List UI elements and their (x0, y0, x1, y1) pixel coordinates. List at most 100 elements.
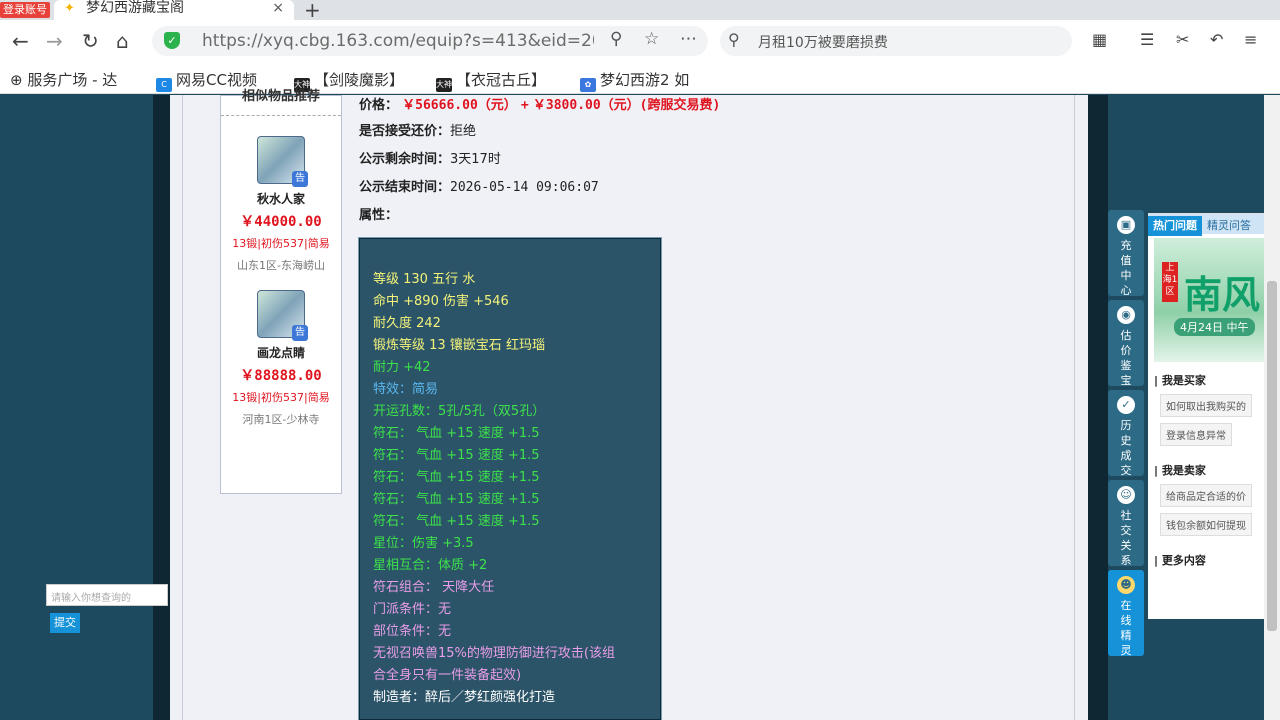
recharge-icon: ▣ (1117, 216, 1135, 234)
banner-date: 4月24日 中午 (1174, 318, 1255, 336)
help-search-input[interactable]: 请输入你想查询的 (46, 584, 168, 606)
tab-bar: 登录账号 ✦ 梦幻西游藏宝阁 × + (0, 0, 1280, 22)
appraise-button[interactable]: ◉ 估价鉴宝 (1108, 300, 1144, 387)
tab-title: 梦幻西游藏宝阁 (86, 0, 184, 16)
help-tabs: 热门问题 精灵问答 (1148, 214, 1280, 236)
item-desc: 13锻|初伤537|简易 (232, 237, 330, 250)
home-icon[interactable]: ⌂ (116, 29, 129, 53)
tab-hot-questions[interactable]: 热门问题 (1148, 216, 1202, 236)
price-plus: + (520, 98, 529, 113)
similar-item[interactable]: 告 画龙点睛 ￥88888.00 13锻|初伤537|简易 河南1区-少林寺 (221, 290, 341, 427)
recharge-button[interactable]: ▣ 充值中心 (1108, 210, 1144, 297)
promo-banner[interactable]: 上海1区 南风 4月24日 中午 (1154, 238, 1280, 362)
buyer-section-title: | 我是买家 (1154, 374, 1206, 387)
forward-icon[interactable]: → (46, 29, 63, 53)
item-name[interactable]: 画龙点睛 (221, 344, 341, 361)
attr-line: 开运孔数：5孔/5孔（双5孔） (373, 404, 546, 419)
scissors-icon[interactable]: ✂ (1176, 30, 1189, 49)
menu-icon[interactable]: ≡ (1244, 30, 1257, 49)
similar-items-title: 相似物品推荐 (221, 90, 341, 116)
notice-tag: 告 (292, 325, 308, 341)
remaining-time-row: 公示剩余时间：3天17时 (359, 148, 501, 167)
attr-line: 符石： 气血 +15 速度 +1.5 (373, 514, 540, 529)
banner-title: 南风 (1184, 273, 1261, 317)
attr-line: 符石： 气血 +15 速度 +1.5 (373, 448, 540, 463)
item-price: ￥88888.00 (240, 368, 322, 384)
end-time-row: 公示结束时间：2026-05-14 09:06:07 (359, 176, 599, 195)
back-icon[interactable]: ← (12, 29, 29, 53)
zoom-icon[interactable]: ⚲ (610, 29, 622, 49)
globe-icon: ⊕ (10, 71, 28, 89)
attr-line: 符石： 气血 +15 速度 +1.5 (373, 426, 540, 441)
url-text[interactable]: https://xyq.cbg.163.com/equip?s=413&eid=… (202, 31, 594, 51)
side-nav: ▣ 充值中心 ◉ 估价鉴宝 ✓ 历史成交 ☺ 社交关系 ☻ 在线精灵 (1108, 210, 1144, 660)
refresh-icon[interactable]: ↻ (82, 29, 99, 53)
undo-icon[interactable]: ↶ (1210, 30, 1223, 49)
price-label: 价格： (359, 98, 399, 113)
similar-item[interactable]: 告 秋水人家 ￥44000.00 13锻|初伤537|简易 山东1区-东海崂山 (221, 136, 341, 273)
attr-line: 命中 +890 伤害 +546 (373, 294, 509, 309)
history-icon: ✓ (1117, 396, 1135, 414)
bookmark-item[interactable]: ✿ 梦幻西游2 如 (580, 69, 689, 92)
shield-icon: ✓ (164, 32, 180, 49)
scrollbar[interactable] (1264, 95, 1280, 720)
login-badge[interactable]: 登录账号 (0, 2, 50, 18)
address-bar[interactable]: ✓ https://xyq.cbg.163.com/equip?s=413&ei… (152, 26, 708, 56)
remaining-label: 公示剩余时间： (359, 152, 451, 167)
scrollbar-thumb[interactable] (1267, 281, 1277, 631)
item-name[interactable]: 秋水人家 (221, 190, 341, 207)
item-image[interactable]: 告 (257, 290, 308, 341)
seller-question[interactable]: 钱包余额如何提现 (1160, 513, 1252, 536)
attr-line: 门派条件：无 (373, 602, 452, 617)
attr-line: 耐力 +42 (373, 360, 431, 375)
attr-line: 耐久度 242 (373, 316, 441, 331)
page-left-border (153, 95, 170, 720)
remaining-value: 3天17时 (450, 152, 501, 167)
dashen-icon: 大神 (436, 78, 452, 92)
attr-line: 无视召唤兽15%的物理防御进行攻击(该组 (373, 646, 615, 661)
tab-spirit-qa[interactable]: 精灵问答 (1202, 216, 1256, 236)
attribute-box: 等级 130 五行 水 命中 +890 伤害 +546 耐久度 242 锻炼等级… (358, 237, 662, 720)
end-value: 2026-05-14 09:06:07 (450, 180, 599, 195)
social-button[interactable]: ☺ 社交关系 (1108, 480, 1144, 567)
browser-tab[interactable]: ✦ 梦幻西游藏宝阁 × (54, 0, 294, 20)
help-submit-button[interactable]: 提交 (50, 613, 80, 633)
seller-question[interactable]: 给商品定合适的价 (1160, 484, 1252, 507)
fee-value: ￥3800.00（元）(跨服交易费) (532, 98, 721, 113)
attr-label: 属性： (359, 208, 399, 223)
counter-offer-row: 是否接受还价：拒绝 (359, 120, 476, 139)
more-icon[interactable]: ⋯ (680, 29, 697, 49)
price-value: ￥56666.00（元） (402, 98, 517, 113)
history-button[interactable]: ✓ 历史成交 (1108, 390, 1144, 477)
attr-line: 制造者：醉后／梦红颜强化打造 (373, 690, 556, 705)
search-text[interactable]: 月租10万被要磨损费 (758, 32, 888, 52)
attr-line: 部位条件：无 (373, 624, 452, 639)
spirit-avatar-icon: ☻ (1117, 576, 1135, 594)
star-icon[interactable]: ☆ (644, 29, 659, 49)
paw-icon: ✿ (580, 78, 596, 92)
close-tab-icon[interactable]: × (272, 0, 284, 16)
appraise-icon: ◉ (1117, 306, 1135, 324)
bookmark-item[interactable]: 大神 【衣冠古丘】 (436, 69, 546, 92)
buyer-question[interactable]: 如何取出我购买的 (1160, 394, 1252, 417)
buyer-question[interactable]: 登录信息异常 (1160, 423, 1232, 446)
attr-row: 属性： (359, 204, 398, 223)
price-row: 价格： ￥56666.00（元） + ￥3800.00（元）(跨服交易费) (359, 94, 720, 113)
social-icon: ☺ (1117, 486, 1135, 504)
attr-line: 星位：伤害 +3.5 (373, 536, 474, 551)
item-desc: 13锻|初伤537|简易 (232, 391, 330, 404)
more-section-title: | 更多内容 (1154, 554, 1206, 567)
new-tab-button[interactable]: + (304, 0, 321, 22)
online-spirit-button[interactable]: ☻ 在线精灵 (1108, 570, 1144, 657)
right-sidebar: ▣ 充值中心 ◉ 估价鉴宝 ✓ 历史成交 ☺ 社交关系 ☻ 在线精灵 热门问题 精灵问答 上… (1108, 95, 1280, 720)
attr-line: 符石组合： 天降大任 (373, 580, 495, 595)
bookmark-item[interactable]: ⊕ 服务广场 - 达 (10, 69, 117, 90)
similar-items-panel: 相似物品推荐 告 秋水人家 ￥44000.00 13锻|初伤537|简易 山东1… (220, 90, 342, 494)
help-panel: 热门问题 精灵问答 上海1区 南风 4月24日 中午 | 我是买家 如何取出我购买… (1148, 213, 1280, 619)
item-image[interactable]: 告 (257, 136, 308, 187)
search-box[interactable]: ⚲ 月租10万被要磨损费 (720, 26, 1072, 56)
item-server: 河南1区-少林寺 (242, 413, 320, 426)
search-icon: ⚲ (728, 30, 740, 49)
item-server: 山东1区-东海崂山 (237, 259, 325, 272)
item-price: ￥44000.00 (240, 214, 322, 230)
